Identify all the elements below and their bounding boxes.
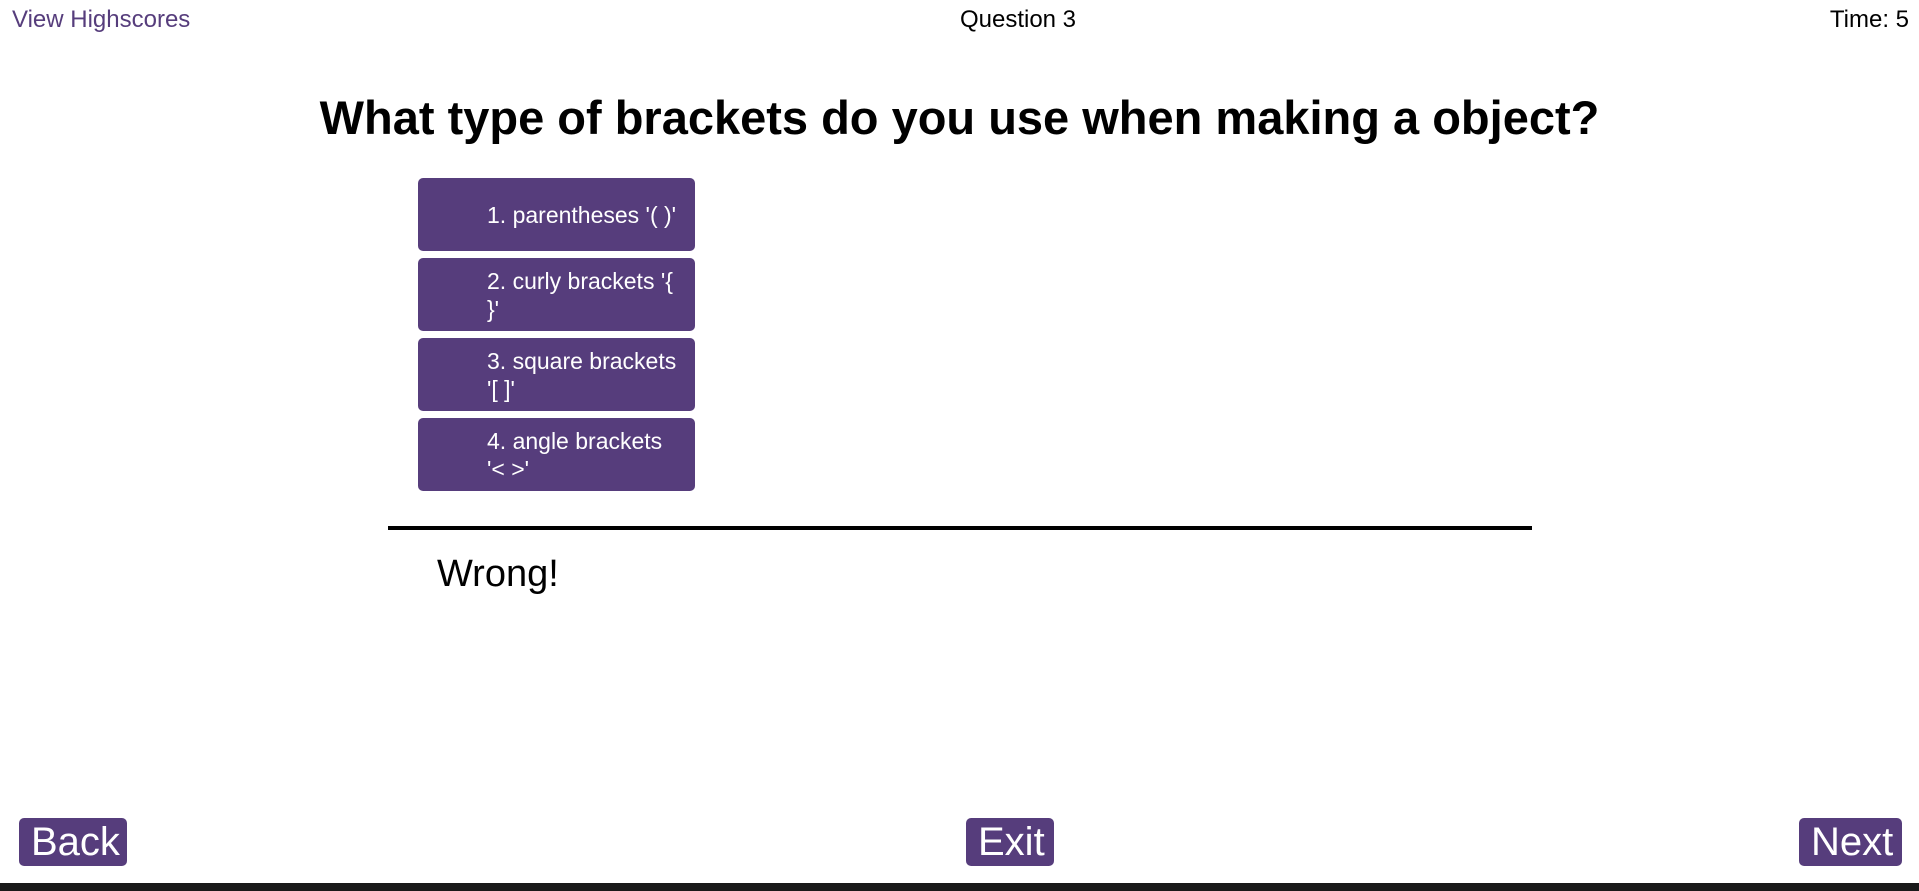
quiz-page: View Highscores Question 3 Time: 5 What …: [0, 0, 1919, 891]
question-number: Question 3: [959, 6, 1077, 33]
answer-button-3[interactable]: 3. square brackets '[ ]': [418, 338, 695, 411]
view-highscores-link[interactable]: View Highscores: [12, 6, 190, 34]
back-button[interactable]: Back: [19, 818, 127, 866]
answer-button-1[interactable]: 1. parentheses '( )': [418, 178, 695, 251]
next-button[interactable]: Next: [1799, 818, 1902, 866]
question-title: What type of brackets do you use when ma…: [319, 91, 1600, 144]
top-bar: View Highscores Question 3 Time: 5: [0, 0, 1919, 40]
timer: Time: 5: [1829, 6, 1909, 33]
answer-button-2[interactable]: 2. curly brackets '{ }': [418, 258, 695, 331]
divider: [388, 526, 1532, 530]
answer-list: 1. parentheses '( )' 2. curly brackets '…: [418, 178, 695, 498]
exit-button[interactable]: Exit: [966, 818, 1054, 866]
bottom-bar: [0, 883, 1919, 891]
answer-button-4[interactable]: 4. angle brackets '< >': [418, 418, 695, 491]
answer-feedback: Wrong!: [437, 553, 559, 595]
